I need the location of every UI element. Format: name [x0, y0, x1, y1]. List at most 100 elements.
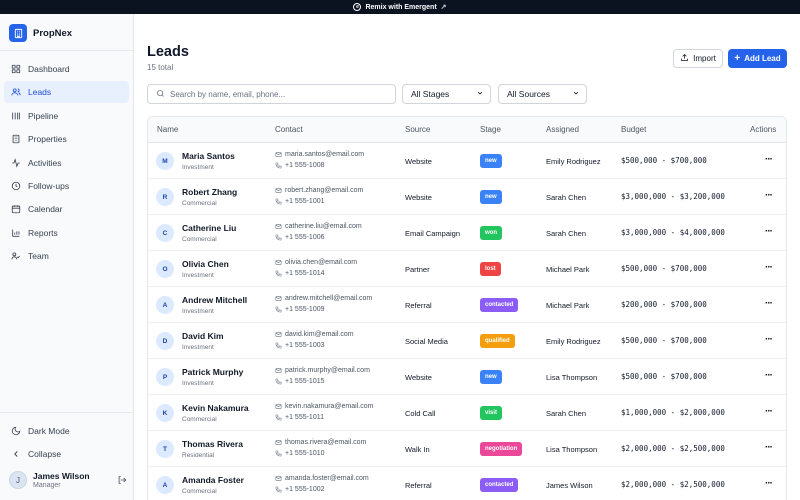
- column-header-contact[interactable]: Contact: [275, 117, 303, 143]
- more-actions-icon[interactable]: ···: [765, 154, 773, 165]
- lead-name[interactable]: Thomas Rivera: [182, 439, 243, 449]
- sidebar-item-team[interactable]: Team: [4, 245, 129, 267]
- table-row[interactable]: P Patrick Murphy Investment patrick.murphy@…: [148, 359, 786, 395]
- lead-budget: $2,000,000 - $2,500,000: [621, 444, 725, 453]
- more-actions-icon[interactable]: ···: [765, 478, 773, 489]
- brand[interactable]: PropNex: [9, 24, 72, 42]
- lead-budget: $1,000,000 - $2,000,000: [621, 408, 725, 417]
- mail-icon: [275, 475, 282, 482]
- sidebar-item-pipeline[interactable]: Pipeline: [4, 105, 129, 127]
- more-actions-icon[interactable]: ···: [765, 298, 773, 309]
- pipeline-icon: [11, 111, 21, 121]
- more-actions-icon[interactable]: ···: [765, 190, 773, 201]
- assigned-agent: Sarah Chen: [546, 193, 587, 202]
- phone-text: +1 555-1011: [285, 414, 324, 421]
- mail-icon: [275, 295, 282, 302]
- column-header-budget[interactable]: Budget: [621, 117, 646, 143]
- more-actions-icon[interactable]: ···: [765, 334, 773, 345]
- column-header-stage[interactable]: Stage: [480, 117, 501, 143]
- table-row[interactable]: C Catherine Liu Commercial catherine.liu@em…: [148, 215, 786, 251]
- sidebar-item-label: Reports: [28, 227, 58, 238]
- phone-text: +1 555-1002: [285, 486, 325, 493]
- source-filter-select[interactable]: All Sources: [498, 84, 587, 104]
- more-actions-icon[interactable]: ···: [765, 262, 773, 273]
- lead-type: Investment: [182, 164, 214, 171]
- lead-type: Residential: [182, 452, 215, 459]
- search-input[interactable]: [170, 89, 390, 99]
- chevron-down-icon: [572, 89, 580, 99]
- mail-icon: [275, 223, 282, 230]
- avatar: A: [156, 296, 174, 314]
- phone-text: +1 555-1015: [285, 378, 325, 385]
- lead-count: 15 total: [147, 63, 174, 72]
- lead-name[interactable]: Amanda Foster: [182, 475, 244, 485]
- stage-badge: qualified: [480, 334, 515, 348]
- more-actions-icon[interactable]: ···: [765, 406, 773, 417]
- sidebar-item-calendar[interactable]: Calendar: [4, 198, 129, 220]
- table-row[interactable]: M Maria Santos Investment maria.santos@emai…: [148, 143, 786, 179]
- more-actions-icon[interactable]: ···: [765, 226, 773, 237]
- lead-budget: $500,000 - $700,000: [621, 336, 707, 345]
- lead-name[interactable]: David Kim: [182, 331, 224, 341]
- lead-budget: $500,000 - $700,000: [621, 264, 707, 273]
- lead-source: Referral: [405, 481, 432, 490]
- mail-icon: [275, 259, 282, 266]
- avatar: M: [156, 152, 174, 170]
- lead-name[interactable]: Robert Zhang: [182, 187, 237, 197]
- table-row[interactable]: R Robert Zhang Commercial robert.zhang@emai…: [148, 179, 786, 215]
- import-button[interactable]: Import: [673, 49, 723, 68]
- sidebar-item-reports[interactable]: Reports: [4, 222, 129, 244]
- lead-name[interactable]: Olivia Chen: [182, 259, 229, 269]
- lead-name[interactable]: Andrew Mitchell: [182, 295, 247, 305]
- table-row[interactable]: A Andrew Mitchell Investment andrew.mitchel…: [148, 287, 786, 323]
- sidebar-item-label: Pipeline: [28, 110, 59, 121]
- more-actions-icon[interactable]: ···: [765, 370, 773, 381]
- contact-phone: +1 555-1009: [275, 306, 325, 313]
- stage-badge: new: [480, 370, 502, 384]
- team-icon: [11, 251, 21, 261]
- dark-mode-toggle[interactable]: Dark Mode: [4, 420, 129, 442]
- phone-text: +1 555-1008: [285, 162, 325, 169]
- user-profile[interactable]: J James Wilson Manager: [9, 471, 127, 489]
- avatar: D: [156, 332, 174, 350]
- lead-name[interactable]: Patrick Murphy: [182, 367, 243, 377]
- sidebar-item-label: Properties: [28, 134, 67, 145]
- contact-email: andrew.mitchell@email.com: [275, 295, 372, 302]
- brand-name: PropNex: [33, 27, 73, 39]
- search-box[interactable]: [147, 84, 396, 104]
- sidebar-item-follow-ups[interactable]: Follow-ups: [4, 175, 129, 197]
- table-row[interactable]: K Kevin Nakamura Commercial kevin.nakamura@…: [148, 395, 786, 431]
- assigned-agent: Sarah Chen: [546, 229, 587, 238]
- mail-icon: [275, 331, 282, 338]
- collapse-button[interactable]: Collapse: [4, 443, 129, 465]
- stage-badge: won: [480, 226, 502, 240]
- lead-budget: $500,000 - $700,000: [621, 372, 707, 381]
- column-header-source[interactable]: Source: [405, 117, 430, 143]
- sidebar-item-activities[interactable]: Activities: [4, 152, 129, 174]
- table-row[interactable]: D David Kim Investment david.kim@email.com +…: [148, 323, 786, 359]
- emergent-banner[interactable]: e Remix with Emergent ↗: [0, 0, 800, 14]
- sidebar-item-dashboard[interactable]: Dashboard: [4, 58, 129, 80]
- sidebar-item-leads[interactable]: Leads: [4, 81, 129, 104]
- table-row[interactable]: T Thomas Rivera Residential thomas.rivera@e…: [148, 431, 786, 467]
- email-text: thomas.rivera@email.com: [285, 439, 367, 446]
- assigned-agent: Sarah Chen: [546, 409, 587, 418]
- logout-icon[interactable]: [117, 475, 127, 485]
- column-header-assigned[interactable]: Assigned: [546, 117, 579, 143]
- table-row[interactable]: O Olivia Chen Investment olivia.chen@email.…: [148, 251, 786, 287]
- assigned-agent: Emily Rodriguez: [546, 337, 601, 346]
- column-header-name[interactable]: Name: [157, 117, 178, 143]
- lead-name[interactable]: Kevin Nakamura: [182, 403, 249, 413]
- table-row[interactable]: A Amanda Foster Commercial amanda.foster@em…: [148, 467, 786, 500]
- lead-budget: $3,000,000 - $3,200,000: [621, 192, 725, 201]
- lead-name[interactable]: Maria Santos: [182, 151, 235, 161]
- add-lead-button[interactable]: + Add Lead: [728, 49, 787, 68]
- lead-type: Commercial: [182, 416, 217, 423]
- more-actions-icon[interactable]: ···: [765, 442, 773, 453]
- sidebar-item-properties[interactable]: Properties: [4, 128, 129, 150]
- phone-icon: [275, 162, 282, 169]
- lead-name[interactable]: Catherine Liu: [182, 223, 236, 233]
- contact-email: maria.santos@email.com: [275, 151, 364, 158]
- stage-filter-select[interactable]: All Stages: [402, 84, 491, 104]
- phone-text: +1 555-1010: [285, 450, 325, 457]
